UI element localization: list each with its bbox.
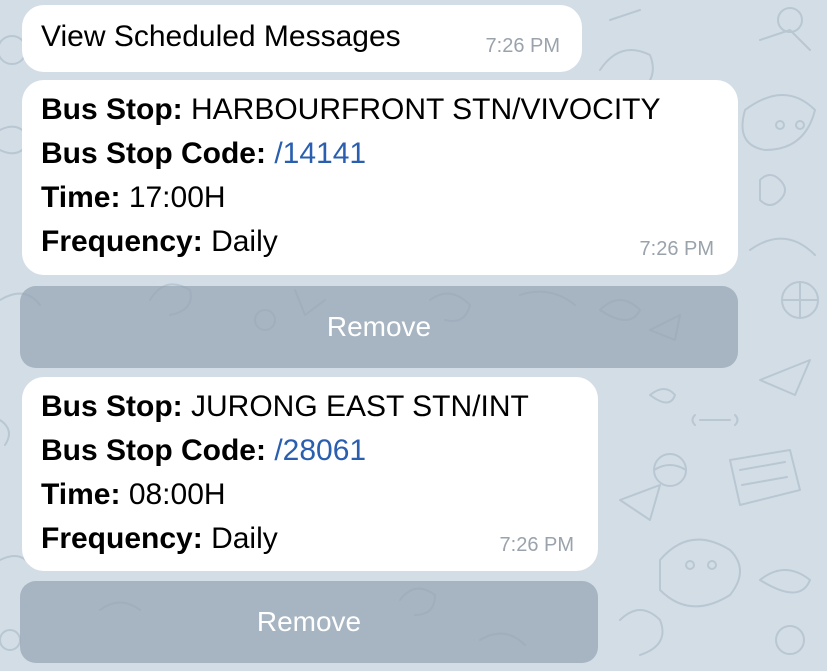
bus-stop-name: HARBOURFRONT STN/VIVOCITY xyxy=(191,93,661,126)
time-value: 08:00H xyxy=(128,478,226,511)
frequency-value: Daily xyxy=(211,522,278,555)
time-label: Time: xyxy=(41,478,121,511)
time-row: Time: 17:00H xyxy=(41,176,738,220)
frequency-value: Daily xyxy=(211,225,278,258)
bus-stop-code-label: Bus Stop Code: xyxy=(41,137,266,170)
bus-stop-row: Bus Stop: HARBOURFRONT STN/VIVOCITY xyxy=(41,88,738,132)
bus-stop-label: Bus Stop: xyxy=(41,93,183,126)
bus-stop-code-command-link[interactable]: /14141 xyxy=(274,137,366,170)
time-value: 17:00H xyxy=(128,181,226,214)
message-timestamp: 7:26 PM xyxy=(485,35,560,57)
bus-stop-code-row: Bus Stop Code: /14141 xyxy=(41,132,738,176)
frequency-label: Frequency: xyxy=(41,225,203,258)
bus-stop-code-command-link[interactable]: /28061 xyxy=(274,434,366,467)
message-timestamp: 7:26 PM xyxy=(639,238,714,260)
time-label: Time: xyxy=(41,181,121,214)
bus-stop-code-row: Bus Stop Code: /28061 xyxy=(41,429,598,473)
remove-button[interactable]: Remove xyxy=(20,581,598,663)
bus-stop-name: JURONG EAST STN/INT xyxy=(191,390,529,423)
message-timestamp: 7:26 PM xyxy=(499,534,574,556)
view-scheduled-messages-bubble: View Scheduled Messages 7:26 PM xyxy=(22,5,582,72)
bus-stop-row: Bus Stop: JURONG EAST STN/INT xyxy=(41,385,598,429)
remove-button[interactable]: Remove xyxy=(20,286,738,368)
scheduled-message-bubble: Bus Stop: JURONG EAST STN/INT Bus Stop C… xyxy=(22,377,598,571)
time-row: Time: 08:00H xyxy=(41,473,598,517)
bus-stop-code-label: Bus Stop Code: xyxy=(41,434,266,467)
frequency-row: Frequency: Daily xyxy=(41,220,738,264)
bus-stop-label: Bus Stop: xyxy=(41,390,183,423)
scheduled-message-bubble: Bus Stop: HARBOURFRONT STN/VIVOCITY Bus … xyxy=(22,80,738,275)
frequency-label: Frequency: xyxy=(41,522,203,555)
